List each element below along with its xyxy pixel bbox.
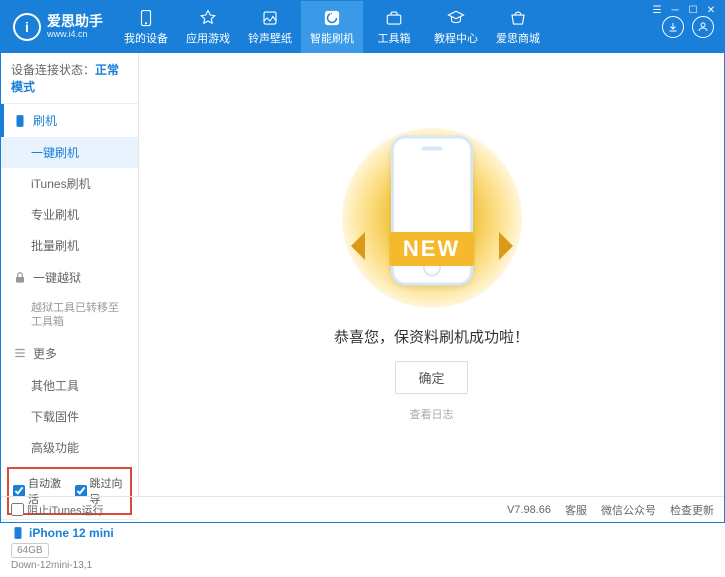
sidebar-jailbreak-note: 越狱工具已转移至工具箱	[1, 294, 138, 337]
main-nav: 我的设备 应用游戏 铃声壁纸 智能刷机 工具箱 教程中心	[115, 1, 662, 53]
logo-icon: i	[13, 13, 41, 41]
nav-store[interactable]: 爱思商城	[487, 1, 549, 53]
sidebar-batch-flash[interactable]: 批量刷机	[1, 230, 138, 261]
wallpaper-icon	[261, 9, 279, 27]
device-storage: 64GB	[11, 543, 49, 558]
sidebar-other-tools[interactable]: 其他工具	[1, 370, 138, 401]
apps-icon	[199, 9, 217, 27]
sidebar-one-click-flash[interactable]: 一键刷机	[1, 137, 138, 168]
sidebar-jailbreak-header[interactable]: 一键越狱	[1, 261, 138, 294]
sidebar-advanced[interactable]: 高级功能	[1, 432, 138, 463]
device-info[interactable]: iPhone 12 mini 64GB Down-12mini-13,1	[1, 519, 138, 577]
version-label: V7.98.66	[507, 504, 551, 516]
main-content: NEW 恭喜您，保资料刷机成功啦！ 确定 查看日志	[139, 53, 724, 496]
titlebar: i 爱思助手 www.i4.cn 我的设备 应用游戏 铃声壁纸 智能刷机	[1, 1, 724, 53]
app-title: 爱思助手	[47, 14, 103, 29]
block-itunes-checkbox[interactable]: 阻止iTunes运行	[11, 502, 104, 518]
sidebar-pro-flash[interactable]: 专业刷机	[1, 199, 138, 230]
app-url: www.i4.cn	[47, 30, 103, 40]
nav-tutorials[interactable]: 教程中心	[425, 1, 487, 53]
customer-service-link[interactable]: 客服	[565, 502, 587, 518]
check-update-link[interactable]: 检查更新	[670, 502, 714, 518]
sidebar-more-header[interactable]: 更多	[1, 337, 138, 370]
nav-apps-games[interactable]: 应用游戏	[177, 1, 239, 53]
minimize-button[interactable]: ─	[667, 3, 683, 17]
sidebar-download-firmware[interactable]: 下载固件	[1, 401, 138, 432]
device-status: 设备连接状态：正常模式	[1, 53, 138, 104]
sidebar-itunes-flash[interactable]: iTunes刷机	[1, 168, 138, 199]
view-log-link[interactable]: 查看日志	[410, 406, 454, 422]
close-button[interactable]: ✕	[703, 3, 719, 17]
list-icon	[13, 346, 27, 360]
nav-smart-flash[interactable]: 智能刷机	[301, 1, 363, 53]
store-icon	[509, 9, 527, 27]
tutorial-icon	[447, 9, 465, 27]
success-illustration: NEW	[342, 128, 522, 308]
device-firmware: Down-12mini-13,1	[11, 560, 128, 571]
phone-icon	[137, 9, 155, 27]
confirm-button[interactable]: 确定	[395, 361, 467, 394]
new-badge: NEW	[389, 232, 474, 266]
device-phone-icon	[11, 526, 25, 540]
maximize-button[interactable]: ☐	[685, 3, 701, 17]
success-message: 恭喜您，保资料刷机成功啦！	[334, 326, 529, 347]
window-controls: ☰ ─ ☐ ✕	[643, 0, 725, 20]
app-logo: i 爱思助手 www.i4.cn	[1, 1, 115, 53]
nav-ringtones[interactable]: 铃声壁纸	[239, 1, 301, 53]
footer: 阻止iTunes运行 V7.98.66 客服 微信公众号 检查更新	[1, 496, 724, 522]
toolbox-icon	[385, 9, 403, 27]
nav-toolbox[interactable]: 工具箱	[363, 1, 425, 53]
sidebar: 设备连接状态：正常模式 刷机 一键刷机 iTunes刷机 专业刷机 批量刷机 一…	[1, 53, 139, 496]
menu-icon[interactable]: ☰	[649, 3, 665, 17]
sidebar-flash-header[interactable]: 刷机	[1, 104, 138, 137]
flash-icon	[323, 9, 341, 27]
nav-my-device[interactable]: 我的设备	[115, 1, 177, 53]
wechat-link[interactable]: 微信公众号	[601, 502, 656, 518]
phone-outline-icon	[13, 114, 27, 128]
lock-icon	[13, 271, 27, 285]
